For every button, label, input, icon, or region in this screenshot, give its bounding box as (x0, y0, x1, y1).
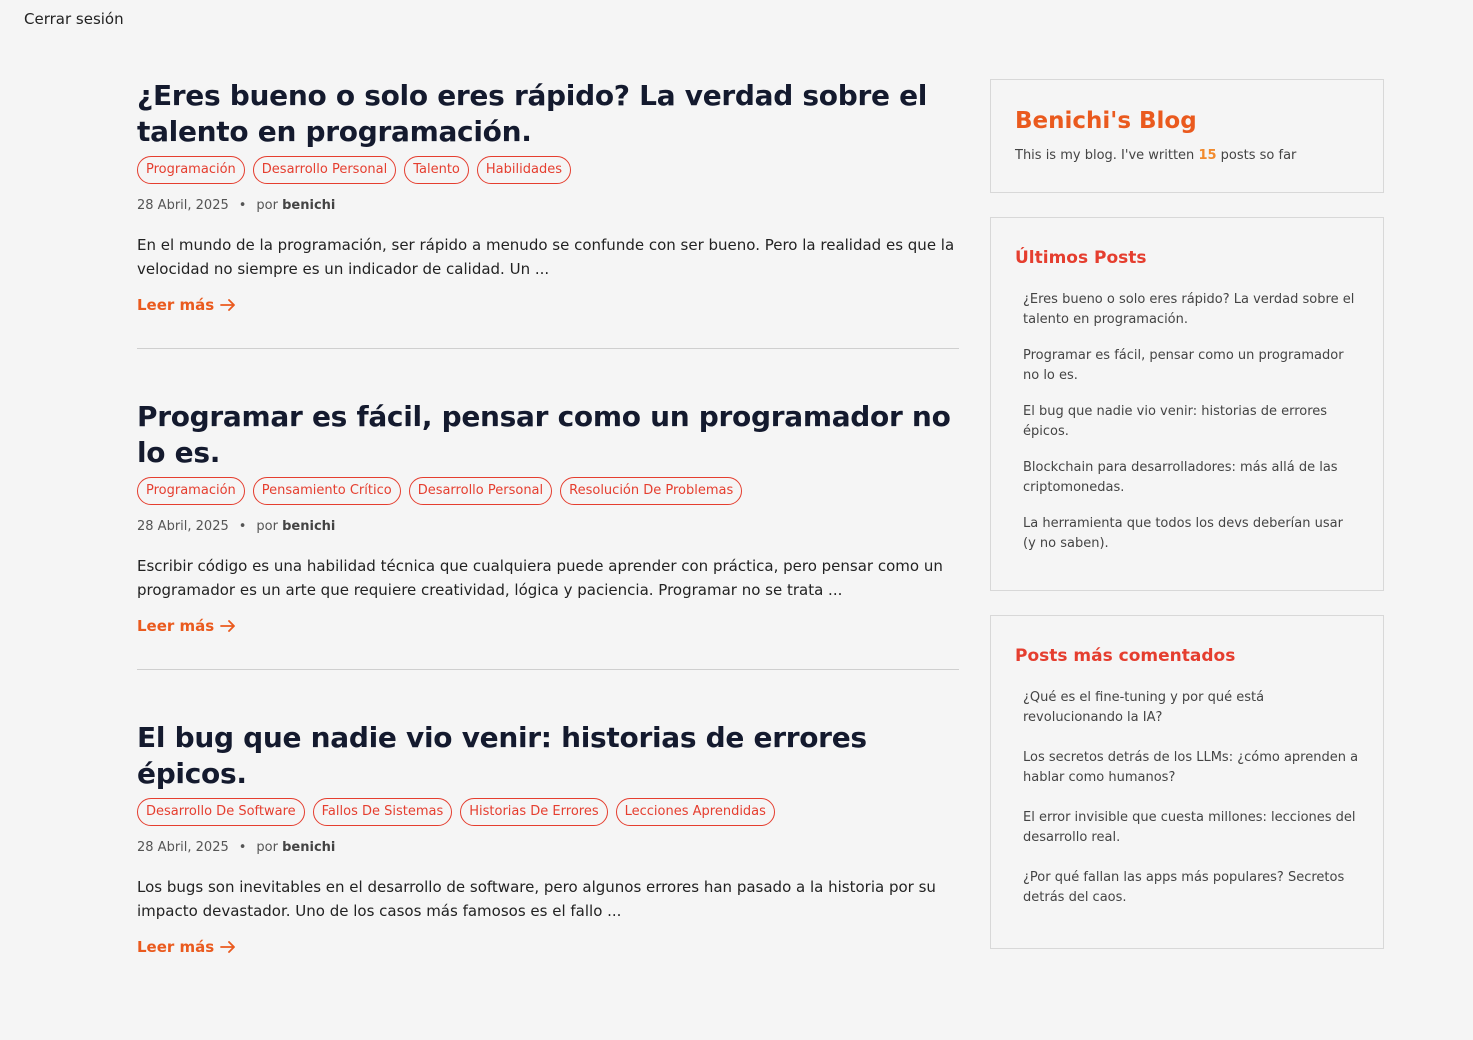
post-list: ¿Eres bueno o solo eres rápido? La verda… (137, 78, 959, 1040)
most-commented-box: Posts más comentados ¿Qué es el fine-tun… (990, 615, 1384, 949)
post-date: 28 Abril, 2025 (137, 840, 229, 855)
post-item: El bug que nadie vio venir: historias de… (137, 720, 959, 990)
post-item: Programar es fácil, pensar como un progr… (137, 399, 959, 670)
tag[interactable]: Programación (137, 477, 245, 505)
tag[interactable]: Habilidades (476, 156, 571, 184)
read-more-link[interactable]: Leer más (137, 938, 236, 956)
latest-post-link[interactable]: Programar es fácil, pensar como un progr… (1023, 346, 1359, 386)
post-date: 28 Abril, 2025 (137, 198, 229, 213)
post-tags: Desarrollo De Software Fallos De Sistema… (137, 798, 959, 826)
latest-posts-title: Últimos Posts (1015, 248, 1147, 268)
read-more-link[interactable]: Leer más (137, 617, 236, 635)
tag[interactable]: Desarrollo De Software (137, 798, 305, 826)
post-title[interactable]: Programar es fácil, pensar como un progr… (137, 399, 959, 471)
tag[interactable]: Programación (137, 156, 245, 184)
tag[interactable]: Pensamiento Crítico (252, 477, 401, 505)
post-title[interactable]: El bug que nadie vio venir: historias de… (137, 720, 959, 792)
tag[interactable]: Fallos De Sistemas (312, 798, 453, 826)
post-by: por (256, 519, 278, 534)
logout-link[interactable]: Cerrar sesión (24, 10, 124, 28)
about-box: Benichi's Blog This is my blog. I've wri… (990, 79, 1384, 193)
post-tags: Programación Desarrollo Personal Talento… (137, 156, 959, 184)
blog-desc-prefix: This is my blog. I've written (1015, 148, 1195, 163)
read-more-label: Leer más (137, 296, 215, 314)
post-by: por (256, 840, 278, 855)
separator-dot: • (238, 840, 247, 855)
read-more-label: Leer más (137, 617, 215, 635)
most-commented-link[interactable]: Los secretos detrás de los LLMs: ¿cómo a… (1023, 748, 1359, 788)
post-meta: 28 Abril, 2025 • por benichi (137, 519, 959, 534)
tag[interactable]: Talento (404, 156, 469, 184)
sidebar: Benichi's Blog This is my blog. I've wri… (990, 79, 1384, 973)
latest-post-link[interactable]: El bug que nadie vio venir: historias de… (1023, 402, 1359, 442)
arrow-right-icon (220, 620, 236, 632)
tag[interactable]: Historias De Errores (460, 798, 608, 826)
post-item: ¿Eres bueno o solo eres rápido? La verda… (137, 78, 959, 349)
latest-posts-list: ¿Eres bueno o solo eres rápido? La verda… (1015, 290, 1359, 554)
post-count: 15 (1198, 148, 1217, 163)
post-meta: 28 Abril, 2025 • por benichi (137, 840, 959, 855)
blog-title: Benichi's Blog (1015, 108, 1197, 134)
post-author: benichi (282, 840, 336, 855)
arrow-right-icon (220, 941, 236, 953)
separator-dot: • (238, 519, 247, 534)
separator-dot: • (238, 198, 247, 213)
post-excerpt: En el mundo de la programación, ser rápi… (137, 236, 955, 278)
post-author: benichi (282, 519, 336, 534)
most-commented-link[interactable]: ¿Por qué fallan las apps más populares? … (1023, 868, 1359, 908)
latest-post-link[interactable]: La herramienta que todos los devs deberí… (1023, 514, 1359, 554)
post-excerpt: Los bugs son inevitables en el desarroll… (137, 878, 936, 920)
tag[interactable]: Lecciones Aprendidas (615, 798, 775, 826)
tag[interactable]: Desarrollo Personal (252, 156, 397, 184)
latest-post-link[interactable]: Blockchain para desarrolladores: más all… (1023, 458, 1359, 498)
post-title[interactable]: ¿Eres bueno o solo eres rápido? La verda… (137, 78, 959, 150)
tag[interactable]: Resolución De Problemas (560, 477, 743, 505)
read-more-label: Leer más (137, 938, 215, 956)
most-commented-link[interactable]: ¿Qué es el fine-tuning y por qué está re… (1023, 688, 1359, 728)
post-tags: Programación Pensamiento Crítico Desarro… (137, 477, 959, 505)
blog-description: This is my blog. I've written 15 posts s… (1015, 148, 1359, 163)
latest-posts-box: Últimos Posts ¿Eres bueno o solo eres rá… (990, 217, 1384, 591)
post-author: benichi (282, 198, 336, 213)
latest-post-link[interactable]: ¿Eres bueno o solo eres rápido? La verda… (1023, 290, 1359, 330)
read-more-link[interactable]: Leer más (137, 296, 236, 314)
post-date: 28 Abril, 2025 (137, 519, 229, 534)
tag[interactable]: Desarrollo Personal (408, 477, 553, 505)
most-commented-title: Posts más comentados (1015, 646, 1236, 666)
arrow-right-icon (220, 299, 236, 311)
post-by: por (256, 198, 278, 213)
blog-desc-suffix: posts so far (1220, 148, 1297, 163)
most-commented-link[interactable]: El error invisible que cuesta millones: … (1023, 808, 1359, 848)
post-excerpt: Escribir código es una habilidad técnica… (137, 557, 943, 599)
post-meta: 28 Abril, 2025 • por benichi (137, 198, 959, 213)
most-commented-list: ¿Qué es el fine-tuning y por qué está re… (1015, 688, 1359, 908)
